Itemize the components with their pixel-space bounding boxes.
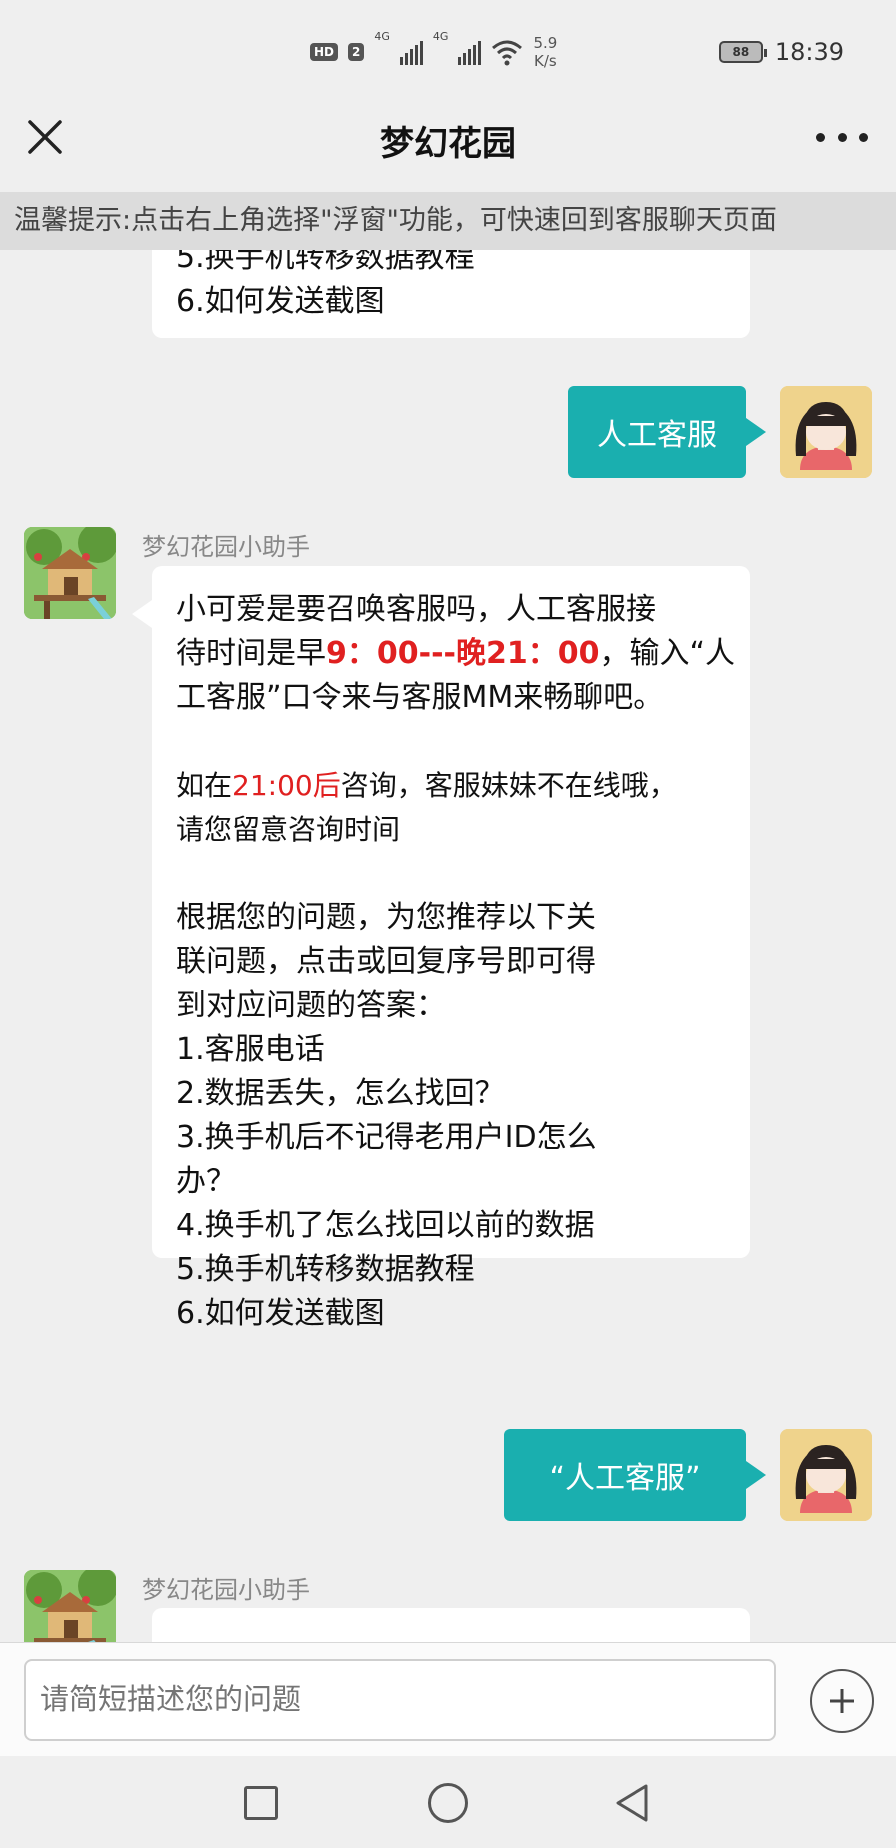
bot-message-prev: 5.换手机转移数据教程 6.如何发送截图 [152,250,750,338]
treehouse-avatar-icon [24,527,116,619]
faq-option[interactable]: 3.换手机后不记得老用户ID怎么 [176,1116,726,1160]
title-bar: 梦幻花园 [0,100,896,192]
message-line: 根据您的问题，为您推荐以下关 [176,900,596,935]
sender-name: 梦幻花园小助手 [142,533,310,561]
faq-option[interactable]: 6.如何发送截图 [176,1292,726,1336]
plus-button[interactable] [810,1669,874,1733]
message-text: “人工客服” [549,1461,701,1496]
offline-time: 21:00后 [232,769,341,802]
back-button[interactable] [612,1782,652,1824]
status-right: 88 18:39 [718,38,844,66]
chat-area[interactable]: 5.换手机转移数据教程 6.如何发送截图 人工客服 梦幻花园小助手 小可爱是要召… [0,250,896,1642]
bot-message [152,1608,750,1642]
service-hours: 9：00---晚21：00 [326,636,600,671]
message-text: 待时间是早 [176,636,326,671]
page-title: 梦幻花园 [380,124,516,164]
message-line: 如在21:00后咨询，客服妹妹不在线哦， [176,764,726,808]
message-line: 联问题，点击或回复序号即可得 [176,944,596,979]
message-input[interactable] [24,1659,776,1741]
sender-name: 梦幻花园小助手 [142,1576,310,1604]
message-text: 如在 [176,769,233,802]
user-avatar[interactable] [780,1429,872,1521]
user-message[interactable]: “人工客服” [504,1429,766,1521]
home-button[interactable] [428,1783,468,1823]
signal-icon-2 [458,39,482,65]
wifi-icon [492,40,523,66]
message-text: 人工客服 [597,418,717,453]
more-icon-dot [816,132,825,142]
network-speed-value: 5.9 [533,34,558,52]
network-type-2: 4G [432,30,449,43]
girl-avatar-icon [780,386,872,478]
signal-icon-1 [399,39,423,65]
more-button[interactable] [816,122,868,152]
recents-button[interactable] [244,1786,278,1820]
network-speed-unit: K/s [534,52,557,70]
notice-banner: 温馨提示:点击右上角选择"浮窗"功能，可快速回到客服聊天页面 [0,192,896,250]
battery-icon: 88 [718,41,767,63]
faq-option[interactable]: 2.数据丢失，怎么找回？ [176,1072,726,1116]
user-avatar[interactable] [780,386,872,478]
battery-level: 88 [732,45,750,59]
girl-avatar-icon [780,1429,872,1521]
status-bar: HD 2 4G 4G 5.9 K/s 88 18:39 [0,0,896,100]
user-message[interactable]: 人工客服 [568,386,766,478]
message-line: 5.换手机转移数据教程 [176,250,475,275]
message-line: 请您留意咨询时间 [176,813,401,846]
network-speed: 5.9 K/s [533,34,557,70]
message-line: 待时间是早9：00---晚21：00，输入“人 [176,632,735,676]
bot-avatar[interactable] [24,527,116,619]
clock: 18:39 [774,38,844,66]
message-line: 工客服”口令来与客服MM来畅聊吧。 [176,680,664,715]
status-indicators: HD 2 4G 4G 5.9 K/s [310,30,557,74]
message-line: 小可爱是要召唤客服吗，人工客服接 [176,592,656,627]
more-icon-dot [859,132,868,142]
faq-option[interactable]: 5.换手机转移数据教程 [176,1248,726,1292]
faq-option[interactable]: 1.客服电话 [176,1028,726,1072]
bot-message: 小可爱是要召唤客服吗，人工客服接 待时间是早9：00---晚21：00，输入“人… [132,566,750,1331]
treehouse-avatar-icon [24,1570,116,1642]
input-bar [0,1642,896,1756]
faq-option[interactable]: 4.换手机了怎么找回以前的数据 [176,1204,726,1248]
faq-option[interactable]: 办？ [176,1160,726,1204]
message-text: ，输入“人 [599,636,736,671]
bot-avatar[interactable] [24,1570,116,1642]
network-type-1: 4G [374,30,390,43]
hd-badge: HD [310,43,339,61]
message-line: 6.如何发送截图 [176,284,385,319]
system-nav-bar [0,1756,896,1848]
message-line: 到对应问题的答案： [176,988,446,1023]
message-text: 咨询，客服妹妹不在线哦， [340,769,677,802]
more-icon-dot [837,132,847,142]
sim-badge: 2 [348,43,365,61]
plus-icon [830,1689,854,1713]
